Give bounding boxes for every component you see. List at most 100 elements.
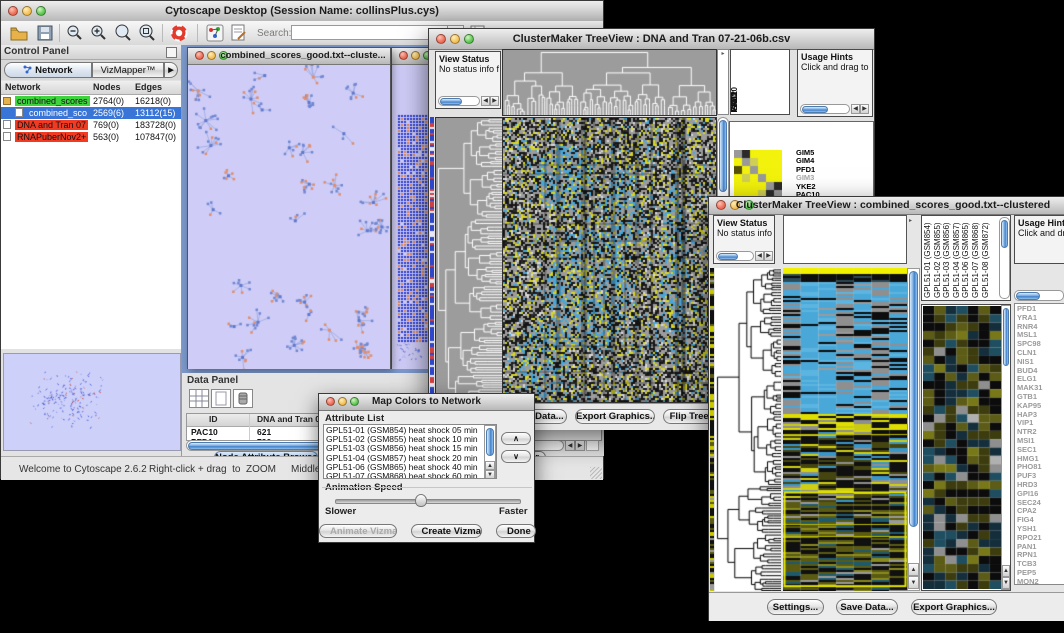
delete-attribute-icon[interactable] xyxy=(233,389,253,408)
scroll-up-button[interactable]: ▲ xyxy=(485,461,495,470)
tv1-column-dendrogram[interactable] xyxy=(502,49,717,116)
scroll-up-button[interactable]: ▲ xyxy=(1002,565,1010,577)
network-tab-icon xyxy=(23,65,32,74)
col-header-id[interactable]: ID xyxy=(209,414,218,424)
tv2-zoom-heatmap[interactable] xyxy=(923,306,1001,589)
tv2-col-scroll-arrow[interactable]: ▸ xyxy=(909,217,912,224)
tv1-usage-scrollbar[interactable] xyxy=(800,104,850,114)
tv1-heatmap[interactable] xyxy=(502,117,717,403)
help-lifesaver-icon[interactable] xyxy=(169,23,189,43)
tv2-row-color-strip xyxy=(710,268,714,591)
table-icon[interactable] xyxy=(189,389,209,408)
save-data-button[interactable]: Save Data... xyxy=(836,599,898,615)
export-graphics-button[interactable]: Export Graphics... xyxy=(575,409,655,424)
minimize-button[interactable] xyxy=(411,51,420,60)
zoom-in-icon[interactable] xyxy=(89,23,109,43)
treeview1-title: ClusterMaker TreeView : DNA and Tran 07-… xyxy=(429,33,874,45)
tv2-heatmap[interactable] xyxy=(783,268,907,591)
map-colors-dialog: Map Colors to Network Attribute List GPL… xyxy=(318,393,535,543)
save-icon[interactable] xyxy=(35,23,55,43)
attribute-item[interactable]: GPL51-07 (GSM868) heat shock 60 min xyxy=(324,472,496,479)
close-button[interactable] xyxy=(399,51,408,60)
network-type-icon xyxy=(3,120,11,129)
scroll-corner xyxy=(586,440,599,451)
scroll-down-button[interactable]: ▼ xyxy=(485,470,495,479)
float-panel-icon[interactable] xyxy=(166,47,177,58)
faster-label: Faster xyxy=(499,506,528,517)
scroll-down-button[interactable]: ▼ xyxy=(1002,577,1010,589)
network-overview-thumbnail[interactable] xyxy=(3,353,181,451)
zoom-selected-icon[interactable] xyxy=(113,23,133,43)
scroll-right-button[interactable]: ▶ xyxy=(575,440,585,451)
network1-title: combined_scores_good.txt--cluste... xyxy=(188,50,390,61)
search-label: Search: xyxy=(257,28,291,39)
network-row-list: combined_scores 2764(0) 16218(0) combine… xyxy=(1,95,181,143)
treeview2-title-bar[interactable]: ClusterMaker TreeView : combined_scores_… xyxy=(709,197,1064,215)
column-label[interactable]: GPL51-06 (GSM865) xyxy=(962,216,971,298)
move-up-button[interactable]: ∧ xyxy=(501,432,531,445)
new-attribute-icon[interactable] xyxy=(211,389,231,408)
dialog-button[interactable]: Animate Vizmap xyxy=(319,524,397,538)
scroll-left-button[interactable]: ◀ xyxy=(755,251,764,261)
main-window-title: Cytoscape Desktop (Session Name: collins… xyxy=(1,5,603,17)
column-label[interactable]: GPL51-07 (GSM868) xyxy=(972,216,981,298)
scroll-left-button[interactable]: ◀ xyxy=(481,96,490,106)
network1-title-bar[interactable]: combined_scores_good.txt--cluste... xyxy=(188,48,390,65)
scroll-right-button[interactable]: ▶ xyxy=(860,104,869,114)
speed-slider-track[interactable] xyxy=(335,499,521,504)
attribute-list-vscrollbar[interactable]: ▲ ▼ xyxy=(484,425,496,478)
scroll-up-button[interactable]: ▲ xyxy=(908,563,919,576)
tv2-heatmap-vscrollbar[interactable]: ▲ ▼ xyxy=(907,268,920,591)
scroll-left-button[interactable]: ◀ xyxy=(851,104,860,114)
network-row[interactable]: combined_scores 2764(0) 16218(0) xyxy=(1,95,181,107)
gene-label[interactable]: MON2 xyxy=(1017,578,1064,587)
dialog-button[interactable]: Create Vizmap xyxy=(411,524,483,538)
tv1-row-dendrogram[interactable] xyxy=(435,117,503,403)
column-label[interactable]: GPL51-02 (GSM855) xyxy=(934,216,943,298)
tv2-column-labels: GPL51-01 (GSM854)GPL51-02 (GSM855)GPL51-… xyxy=(924,216,996,300)
tv2-usage-scrollbar[interactable] xyxy=(1014,290,1064,301)
treeview1-title-bar[interactable]: ClusterMaker TreeView : DNA and Tran 07-… xyxy=(429,29,874,50)
tv1-usage-hints-panel: Usage Hints Click and drag to ◀ ▶ xyxy=(797,49,873,117)
network1-canvas[interactable] xyxy=(188,65,390,369)
edit-network-icon[interactable] xyxy=(205,23,225,43)
export-graphics-button[interactable]: Export Graphics... xyxy=(911,599,997,615)
column-label[interactable]: GPL51-03 (GSM856) xyxy=(943,216,952,298)
speed-slider-handle[interactable] xyxy=(415,494,427,507)
scroll-down-button[interactable]: ▼ xyxy=(908,576,919,589)
tv1-zoom-matrix[interactable] xyxy=(734,150,782,198)
network-row[interactable]: DNA and Tran 07 769(0) 183728(0) xyxy=(1,119,181,131)
network-row[interactable]: combined_sco 2569(6) 13112(15) xyxy=(1,107,181,119)
scroll-left-button[interactable]: ◀ xyxy=(565,440,575,451)
search-input[interactable] xyxy=(291,25,449,40)
zoom-out-icon[interactable] xyxy=(65,23,85,43)
scroll-right-button[interactable]: ▶ xyxy=(490,96,499,106)
tv2-column-dendrogram-area[interactable] xyxy=(783,215,907,264)
column-label[interactable]: PAC10 xyxy=(731,87,740,112)
resize-grip[interactable] xyxy=(590,467,602,479)
dialog-title-bar[interactable]: Map Colors to Network xyxy=(319,394,534,411)
tv2-view-status-scrollbar[interactable] xyxy=(716,251,754,261)
tv2-labels-vscrollbar[interactable] xyxy=(999,217,1010,299)
network-table-header[interactable]: Network Nodes Edges xyxy=(1,81,181,95)
scroll-right-button[interactable]: ▶ xyxy=(764,251,773,261)
tab-overflow-arrow[interactable]: ▶ xyxy=(164,62,178,78)
network-table: Network Nodes Edges combined_scores 2764… xyxy=(1,81,181,349)
zoom-fit-icon[interactable] xyxy=(137,23,157,43)
attribute-listbox[interactable]: GPL51-01 (GSM854) heat shock 05 minGPL51… xyxy=(323,424,497,479)
tv1-col-scroll-strip[interactable]: ▸ xyxy=(717,49,729,115)
network-row[interactable]: RNAPuberNov2+ 563(0) 107847(0) xyxy=(1,131,181,143)
tv2-zoom-vscrollbar[interactable]: ▲ ▼ xyxy=(1001,305,1011,590)
main-title-bar[interactable]: Cytoscape Desktop (Session Name: collins… xyxy=(1,1,603,22)
dialog-button[interactable]: Done xyxy=(496,524,536,538)
annotation-icon[interactable] xyxy=(229,23,249,43)
tab-vizmapper[interactable]: VizMapper™ xyxy=(92,62,164,78)
tv1-view-status-scrollbar[interactable] xyxy=(438,96,480,106)
move-down-button[interactable]: ∨ xyxy=(501,450,531,463)
column-label[interactable]: GPL51-08 (GSM872) xyxy=(982,216,991,298)
open-folder-icon[interactable] xyxy=(9,23,29,43)
column-label[interactable]: GPL51-01 (GSM854) xyxy=(924,216,933,298)
tv2-row-dendrogram[interactable] xyxy=(715,268,781,591)
settings-button[interactable]: Settings... xyxy=(767,599,824,615)
tab-network[interactable]: Network xyxy=(4,62,92,78)
